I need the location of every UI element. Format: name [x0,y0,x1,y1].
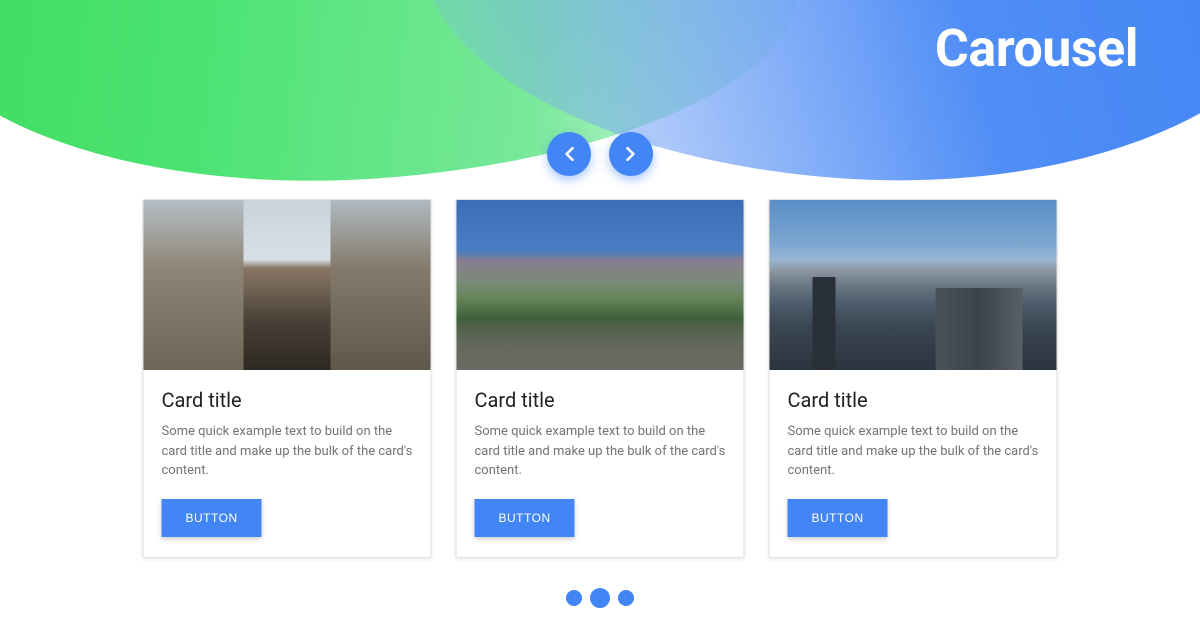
card-image [144,200,431,370]
card: Card title Some quick example text to bu… [769,199,1058,558]
carousel-track: Card title Some quick example text to bu… [143,199,1058,558]
card-title: Card title [788,388,1039,412]
card-title: Card title [475,388,726,412]
carousel-pagination [566,588,634,608]
chevron-right-icon [626,147,636,161]
card-image [770,200,1057,370]
card-body: Card title Some quick example text to bu… [457,370,744,557]
pagination-dot-active[interactable] [590,588,610,608]
card: Card title Some quick example text to bu… [143,199,432,558]
pagination-dot[interactable] [566,590,582,606]
card-title: Card title [162,388,413,412]
carousel-nav [547,132,653,176]
card-button[interactable]: BUTTON [788,499,888,537]
card-text: Some quick example text to build on the … [788,422,1039,481]
carousel-prev-button[interactable] [547,132,591,176]
card-body: Card title Some quick example text to bu… [770,370,1057,557]
card-button[interactable]: BUTTON [162,499,262,537]
chevron-left-icon [564,147,574,161]
card-body: Card title Some quick example text to bu… [144,370,431,557]
carousel-next-button[interactable] [609,132,653,176]
card-button[interactable]: BUTTON [475,499,575,537]
card: Card title Some quick example text to bu… [456,199,745,558]
pagination-dot[interactable] [618,590,634,606]
card-text: Some quick example text to build on the … [475,422,726,481]
card-image [457,200,744,370]
page-title: Carousel [935,18,1138,79]
card-text: Some quick example text to build on the … [162,422,413,481]
